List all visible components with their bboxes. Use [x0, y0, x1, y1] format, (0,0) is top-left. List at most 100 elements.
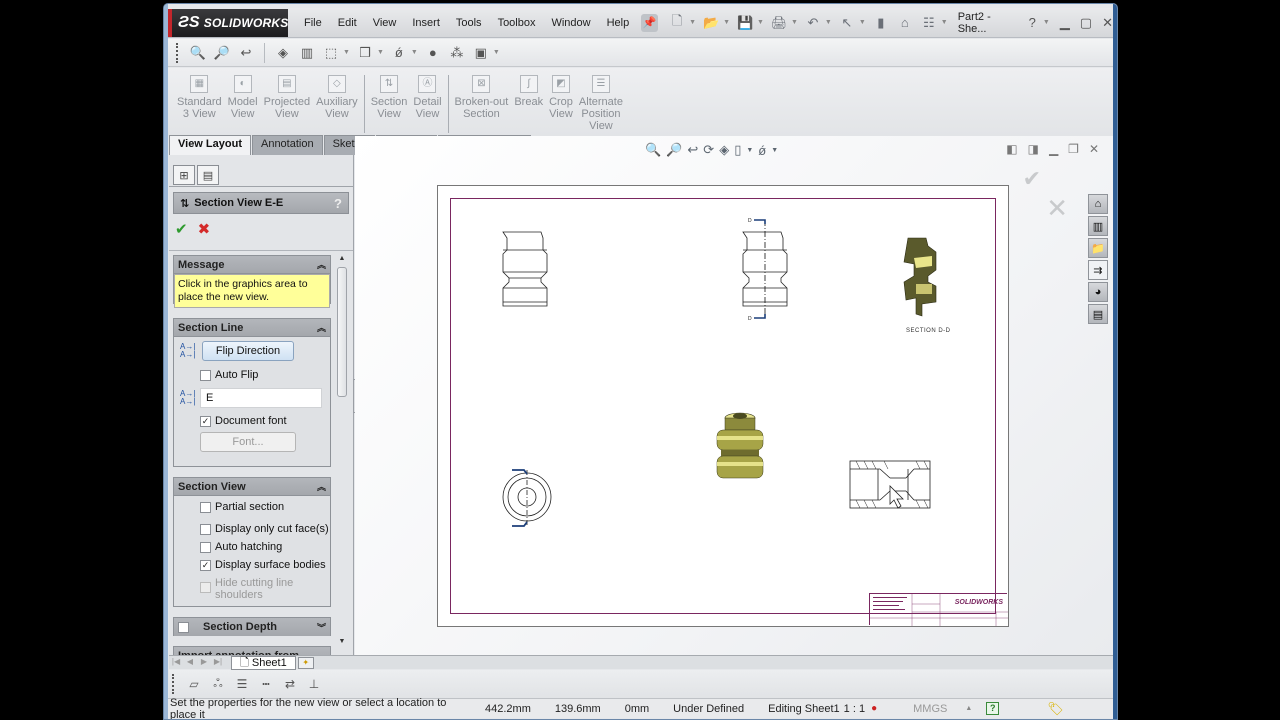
auto-flip-checkbox[interactable]	[200, 369, 211, 381]
property-manager-tab-icon[interactable]: ▤	[197, 165, 219, 185]
print-dropdown-icon[interactable]: ▼	[791, 19, 798, 26]
hide-show-dropdown-icon[interactable]: ▼	[377, 49, 384, 56]
design-library-icon[interactable]: ▥	[1088, 216, 1108, 236]
previous-view-icon[interactable]: ↩	[687, 142, 698, 158]
add-sheet-icon[interactable]: ✦	[297, 656, 314, 669]
quick-tips-help-icon[interactable]: ?	[986, 702, 1000, 715]
flip-direction-button[interactable]: Flip Direction	[202, 341, 294, 361]
broken-out-section-button[interactable]: ⊠ Broken-out Section	[452, 75, 512, 120]
display-style-icon[interactable]: ⬚	[322, 44, 340, 62]
property-manager-scrollbar[interactable]: ▲ ▼	[335, 255, 349, 650]
auto-hatching-checkbox[interactable]	[200, 541, 211, 553]
status-scale[interactable]: 1 : 1	[844, 703, 865, 715]
monitor-dropdown-icon[interactable]: ▼	[493, 49, 500, 56]
doc-close-icon[interactable]: ✕	[1089, 142, 1099, 156]
view-settings-dropdown-icon[interactable]: ▼	[771, 147, 778, 154]
rebuild-icon[interactable]: ⟳	[703, 142, 714, 158]
file-properties-icon[interactable]: ⌂	[896, 14, 914, 32]
confirmation-ok-icon[interactable]: ✔	[1023, 166, 1041, 192]
graphics-area[interactable]: 🔍 🔎 ↩ ⟳ ◈ ▯ ▼ ǿ ▼ ◧ ◨ ▁ ❐ ✕ ✔ ✕ D D SECT…	[355, 136, 1113, 683]
options-dropdown-icon[interactable]: ▼	[941, 19, 948, 26]
detail-view-button[interactable]: Ⓐ Detail View	[410, 75, 444, 120]
menu-edit[interactable]: Edit	[330, 17, 365, 29]
cancel-x-icon[interactable]: ✖	[198, 220, 211, 238]
pin-menu-icon[interactable]: 📌	[641, 13, 659, 32]
zoom-to-fit-icon[interactable]: 🔍	[645, 142, 661, 158]
monitor-icon[interactable]: ▣	[472, 44, 490, 62]
menu-toolbox[interactable]: Toolbox	[490, 17, 544, 29]
confirmation-cancel-icon[interactable]: ✕	[1046, 193, 1068, 224]
font-button[interactable]: Font...	[200, 432, 296, 452]
expand-icon[interactable]: ︾	[317, 621, 326, 634]
save-dropdown-icon[interactable]: ▼	[757, 19, 764, 26]
view-settings-icon[interactable]: ǿ	[390, 44, 408, 62]
solidworks-logo[interactable]: ƧS SOLIDWORKS	[168, 8, 288, 37]
sheet-tab[interactable]: 🗋 Sheet1	[231, 655, 296, 670]
status-units[interactable]: MMGS	[913, 703, 947, 715]
display-cut-faces-checkbox[interactable]	[200, 523, 211, 535]
line-thickness-icon[interactable]: ☰	[233, 675, 251, 693]
message-group-header[interactable]: Message ︽	[174, 256, 330, 274]
display-style-dropdown-icon[interactable]: ▼	[343, 49, 350, 56]
doc-minimize-icon[interactable]: ▁	[1049, 142, 1058, 156]
help-dropdown-icon[interactable]: ▼	[1043, 19, 1050, 26]
zoom-to-fit-icon[interactable]: 🔍	[189, 44, 207, 62]
help-button[interactable]: ?	[334, 196, 342, 211]
menu-help[interactable]: Help	[599, 17, 638, 29]
section-depth-checkbox[interactable]	[178, 621, 189, 633]
view-settings-icon[interactable]: ǿ	[758, 143, 766, 158]
feature-manager-tab-icon[interactable]: ⊞	[173, 165, 195, 185]
next-sheet-icon[interactable]: ▶	[197, 657, 211, 669]
layer-icon[interactable]: ஃ	[209, 675, 227, 693]
scrollbar-thumb[interactable]	[337, 267, 347, 397]
last-sheet-icon[interactable]: ▶|	[211, 657, 225, 669]
rebuild-icon[interactable]: ▮	[872, 14, 890, 32]
menu-tools[interactable]: Tools	[448, 17, 490, 29]
align-icon[interactable]: ⇄	[281, 675, 299, 693]
split-left-icon[interactable]: ◧	[1006, 142, 1017, 156]
section-view-button[interactable]: ⇅ Section View	[368, 75, 411, 120]
close-icon[interactable]: ✕	[1102, 15, 1113, 31]
collapse-icon[interactable]: ︽	[317, 258, 326, 271]
open-folder-icon[interactable]: ▱	[185, 675, 203, 693]
standard-3-view-button[interactable]: ▦ Standard 3 View	[174, 75, 225, 120]
partial-section-checkbox[interactable]	[200, 501, 211, 513]
help-icon[interactable]: ?	[1029, 15, 1036, 30]
minimize-icon[interactable]: ▁	[1060, 15, 1070, 31]
previous-view-icon[interactable]: ↩	[237, 44, 255, 62]
ok-checkmark-icon[interactable]: ✔	[175, 220, 188, 238]
section-line-group-header[interactable]: Section Line ︽	[174, 319, 330, 337]
hide-show-edges-icon[interactable]: ⊥	[305, 675, 323, 693]
options-icon[interactable]: ☷	[920, 14, 938, 32]
menu-window[interactable]: Window	[543, 17, 598, 29]
alternate-position-view-button[interactable]: ☰ Alternate Position View	[576, 75, 626, 132]
scroll-up-icon[interactable]: ▲	[335, 255, 349, 267]
open-document-icon[interactable]: 📂	[702, 14, 720, 32]
projected-view-button[interactable]: ▤ Projected View	[261, 75, 313, 120]
select-dropdown-icon[interactable]: ▼	[859, 19, 866, 26]
save-icon[interactable]: 💾	[736, 14, 754, 32]
new-document-icon[interactable]: 🗋	[668, 13, 686, 32]
tag-icon[interactable]: 🏷	[1047, 701, 1064, 717]
solidworks-resources-icon[interactable]: ⌂	[1088, 194, 1108, 214]
appearance-icon[interactable]: ●	[424, 44, 442, 62]
drawing-sheet[interactable]: D D SECTION D-D SOLIDWORKS	[437, 185, 1009, 627]
collapse-icon[interactable]: ︽	[317, 321, 326, 334]
zoom-to-area-icon[interactable]: 🔎	[666, 142, 682, 158]
crop-view-button[interactable]: ◩ Crop View	[546, 75, 576, 120]
section-view-group-header[interactable]: Section View ︽	[174, 478, 330, 496]
display-surface-bodies-checkbox[interactable]: ✓	[200, 559, 211, 571]
appearances-icon[interactable]: ◕	[1088, 282, 1108, 302]
menu-file[interactable]: File	[296, 17, 330, 29]
new-dropdown-icon[interactable]: ▼	[689, 19, 696, 26]
toolbar-grip[interactable]	[172, 674, 175, 694]
break-button[interactable]: ∫ Break	[511, 75, 546, 108]
view-orientation-icon[interactable]: ▥	[298, 44, 316, 62]
import-annotation-group-header[interactable]: Import annotation from ︽	[174, 647, 330, 655]
view-settings-dropdown-icon[interactable]: ▼	[411, 49, 418, 56]
section-view-tool-icon[interactable]: ◈	[719, 142, 729, 158]
file-explorer-icon[interactable]: 📁	[1088, 238, 1108, 258]
line-style-icon[interactable]: ┅	[257, 675, 275, 693]
document-font-checkbox[interactable]: ✓	[200, 415, 211, 427]
units-menu-icon[interactable]: ▲	[965, 705, 972, 712]
